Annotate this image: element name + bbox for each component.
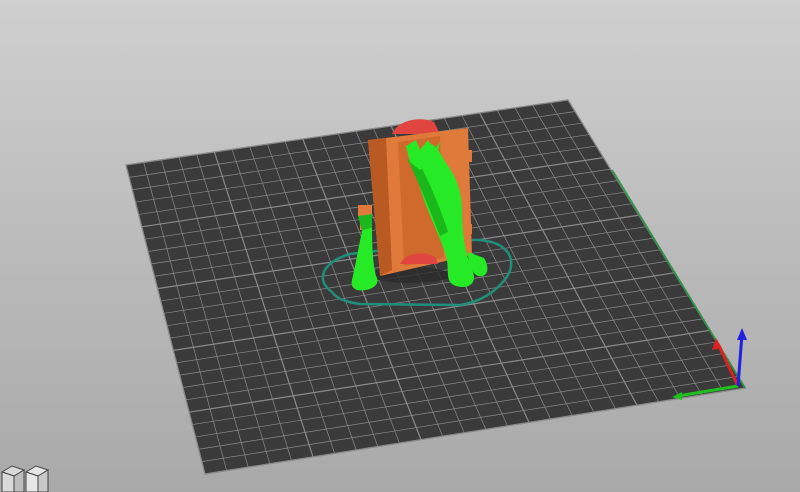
axis-z: [736, 333, 744, 387]
scene-canvas[interactable]: [0, 0, 800, 492]
model-tab-right-bottom: [462, 224, 472, 234]
3d-viewport[interactable]: [0, 0, 800, 492]
cube-view-icon: [0, 465, 50, 492]
model-tab-right-top: [462, 150, 472, 162]
axis-z-arrow: [737, 328, 747, 340]
view-cube-button[interactable]: [0, 462, 50, 492]
